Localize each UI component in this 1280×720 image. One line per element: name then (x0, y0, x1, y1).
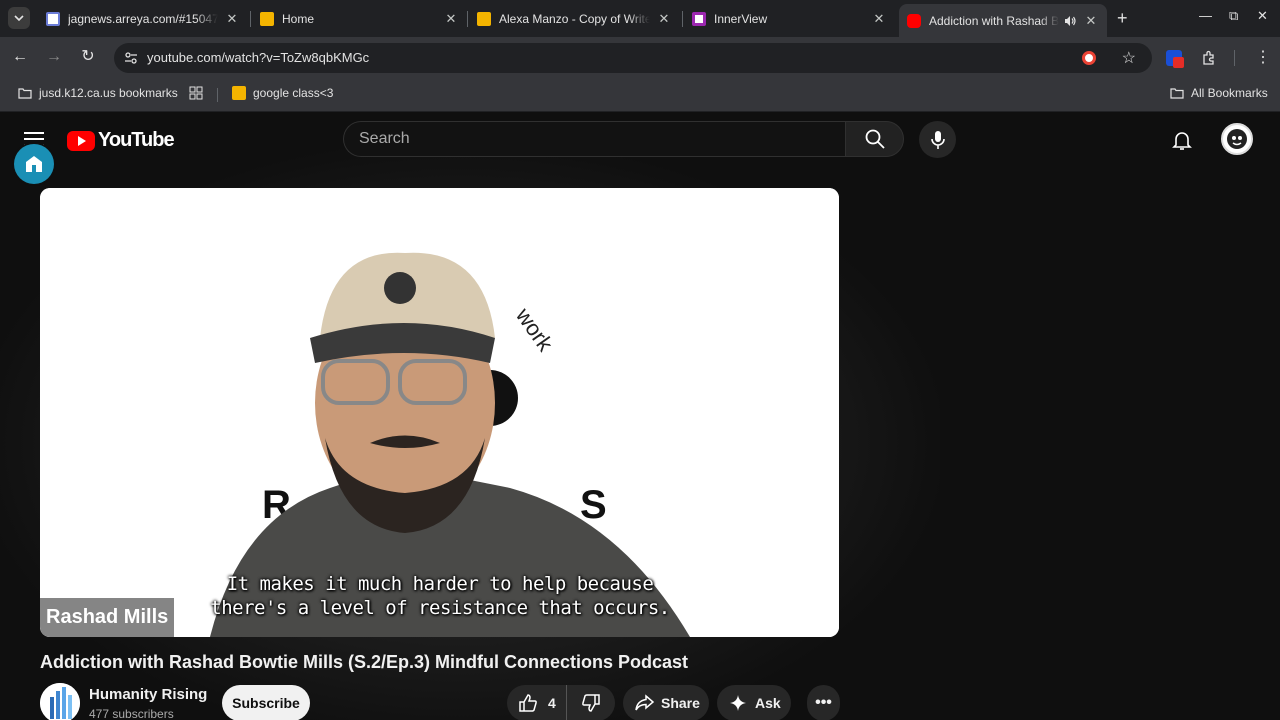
innerview-favicon-icon (692, 11, 706, 26)
caption-line-2: there's a level of resistance that occur… (210, 597, 670, 619)
video-caption: It makes it much harder to help because … (190, 572, 690, 620)
video-frame-image: work R S (40, 188, 839, 637)
browser-tabstrip: jagnews.arreya.com/#15047 ✕ Home ✕ Alexa… (0, 0, 1280, 37)
channel-logo-icon (40, 683, 80, 720)
search-button[interactable] (845, 121, 904, 157)
close-tab-icon[interactable]: ✕ (443, 11, 459, 27)
restore-icon[interactable]: ⧉ (1229, 8, 1238, 24)
forward-icon[interactable]: → (44, 47, 64, 67)
bookmark-folder-jusd[interactable]: jusd.k12.ca.us bookmarks (18, 86, 178, 100)
bookmark-label: google class<3 (253, 86, 334, 100)
tab-label: Alexa Manzo - Copy of Write (499, 11, 650, 26)
tab-label: Home (282, 11, 315, 26)
tab-label: jagnews.arreya.com/#15047 (68, 11, 218, 26)
logo-text: YouTube (98, 129, 175, 151)
tab-label: InnerView (714, 11, 768, 26)
youtube-page: YouTube work R S (0, 113, 1280, 720)
tab-separator (682, 11, 683, 27)
close-tab-icon[interactable]: ✕ (656, 11, 672, 27)
youtube-play-icon (67, 130, 95, 151)
like-count: 4 (548, 695, 556, 711)
share-button[interactable]: Share (623, 685, 709, 720)
share-arrow-icon (635, 694, 655, 711)
apps-grid-icon (189, 86, 203, 100)
tab-separator (467, 11, 468, 27)
video-player[interactable]: work R S It makes it much harder to help… (40, 188, 839, 637)
like-dislike-group: 4 (507, 685, 615, 720)
building-icon (26, 156, 42, 172)
tab-youtube-active[interactable]: Addiction with Rashad Bowtie Mills ✕ (899, 4, 1107, 37)
classroom-favicon-icon (260, 11, 274, 26)
notifications-bell-icon[interactable] (1170, 128, 1194, 157)
video-title: Addiction with Rashad Bowtie Mills (S.2/… (40, 652, 689, 672)
address-bar[interactable]: youtube.com/watch?v=ToZw8qbKMGc ☆ (114, 43, 1152, 73)
all-bookmarks[interactable]: All Bookmarks (1170, 86, 1268, 100)
tab-jagnews[interactable]: jagnews.arreya.com/#15047 ✕ (38, 5, 248, 32)
apps-grid-button[interactable] (189, 86, 210, 100)
bookmarks-bar: jusd.k12.ca.us bookmarks google class<3 … (0, 77, 1280, 112)
extension-p-icon[interactable] (1166, 50, 1184, 68)
slides-favicon-icon (477, 11, 491, 26)
channel-avatar[interactable] (40, 683, 80, 720)
channel-name[interactable]: Humanity Rising (89, 686, 207, 703)
bookmark-star-icon[interactable]: ☆ (1122, 48, 1136, 68)
share-label: Share (661, 695, 700, 711)
search-input[interactable] (359, 130, 829, 148)
dislike-button[interactable] (567, 685, 615, 720)
bookmark-google-class[interactable]: google class<3 (232, 86, 333, 100)
toolbar-divider (1234, 50, 1235, 66)
voice-search-button[interactable] (919, 121, 956, 158)
back-icon[interactable]: ← (10, 47, 30, 67)
more-actions-icon[interactable]: ••• (807, 685, 840, 720)
extensions-puzzle-icon[interactable] (1201, 50, 1217, 66)
sparkle-icon (730, 695, 746, 711)
search-icon (865, 129, 885, 149)
accessibility-extension-icon[interactable] (14, 144, 54, 184)
minimize-icon[interactable]: — (1199, 8, 1212, 23)
bookmark-divider (217, 88, 218, 102)
close-tab-icon[interactable]: ✕ (224, 11, 240, 27)
youtube-favicon-icon (907, 13, 921, 28)
tab-label: Addiction with Rashad Bowtie Mills (929, 13, 1059, 28)
subscriber-count: 477 subscribers (89, 707, 174, 720)
folder-icon (1170, 88, 1184, 99)
tab-separator (250, 11, 251, 27)
ask-button[interactable]: Ask (717, 685, 791, 720)
youtube-logo[interactable]: YouTube (67, 129, 175, 152)
account-avatar[interactable] (1221, 123, 1253, 155)
like-button[interactable]: 4 (507, 685, 567, 720)
url-text[interactable]: youtube.com/watch?v=ToZw8qbKMGc (147, 50, 369, 65)
bookmark-label: jusd.k12.ca.us bookmarks (39, 86, 178, 100)
user-avatar-icon (1227, 129, 1247, 149)
thumbs-down-icon (582, 694, 600, 712)
reload-icon[interactable]: ↻ (78, 47, 98, 67)
subscribe-button[interactable]: Subscribe (222, 685, 310, 720)
site-settings-icon[interactable] (123, 50, 139, 66)
close-window-icon[interactable]: ✕ (1257, 8, 1268, 24)
chrome-menu-icon[interactable]: ⋮ (1255, 47, 1271, 67)
speaker-icon[interactable] (1063, 14, 1077, 28)
tab-innerview[interactable]: InnerView ✕ (684, 5, 895, 32)
chevron-down-icon (14, 15, 24, 22)
speaker-name-tag: Rashad Mills (40, 598, 175, 637)
managed-folder-icon (18, 88, 32, 99)
ask-label: Ask (755, 695, 781, 711)
browser-toolbar: ← → ↻ youtube.com/watch?v=ToZw8qbKMGc ☆ … (0, 37, 1280, 77)
close-tab-icon[interactable]: ✕ (1083, 13, 1099, 29)
caption-line-1: It makes it much harder to help because (226, 573, 654, 595)
tab-home[interactable]: Home ✕ (252, 5, 467, 32)
jagnews-favicon-icon (46, 11, 60, 26)
thumbs-up-icon (519, 694, 537, 712)
classroom-bookmark-icon (232, 86, 246, 100)
search-box[interactable] (343, 121, 845, 157)
tab-search-button[interactable] (8, 7, 30, 29)
new-tab-button[interactable]: + (1117, 8, 1128, 29)
close-tab-icon[interactable]: ✕ (871, 11, 887, 27)
microphone-icon (930, 130, 945, 149)
recording-extension-icon[interactable] (1082, 51, 1096, 65)
svg-text:S: S (580, 483, 607, 527)
tab-alexa-manzo[interactable]: Alexa Manzo - Copy of Write ✕ (469, 5, 680, 32)
bookmark-label: All Bookmarks (1191, 86, 1268, 100)
